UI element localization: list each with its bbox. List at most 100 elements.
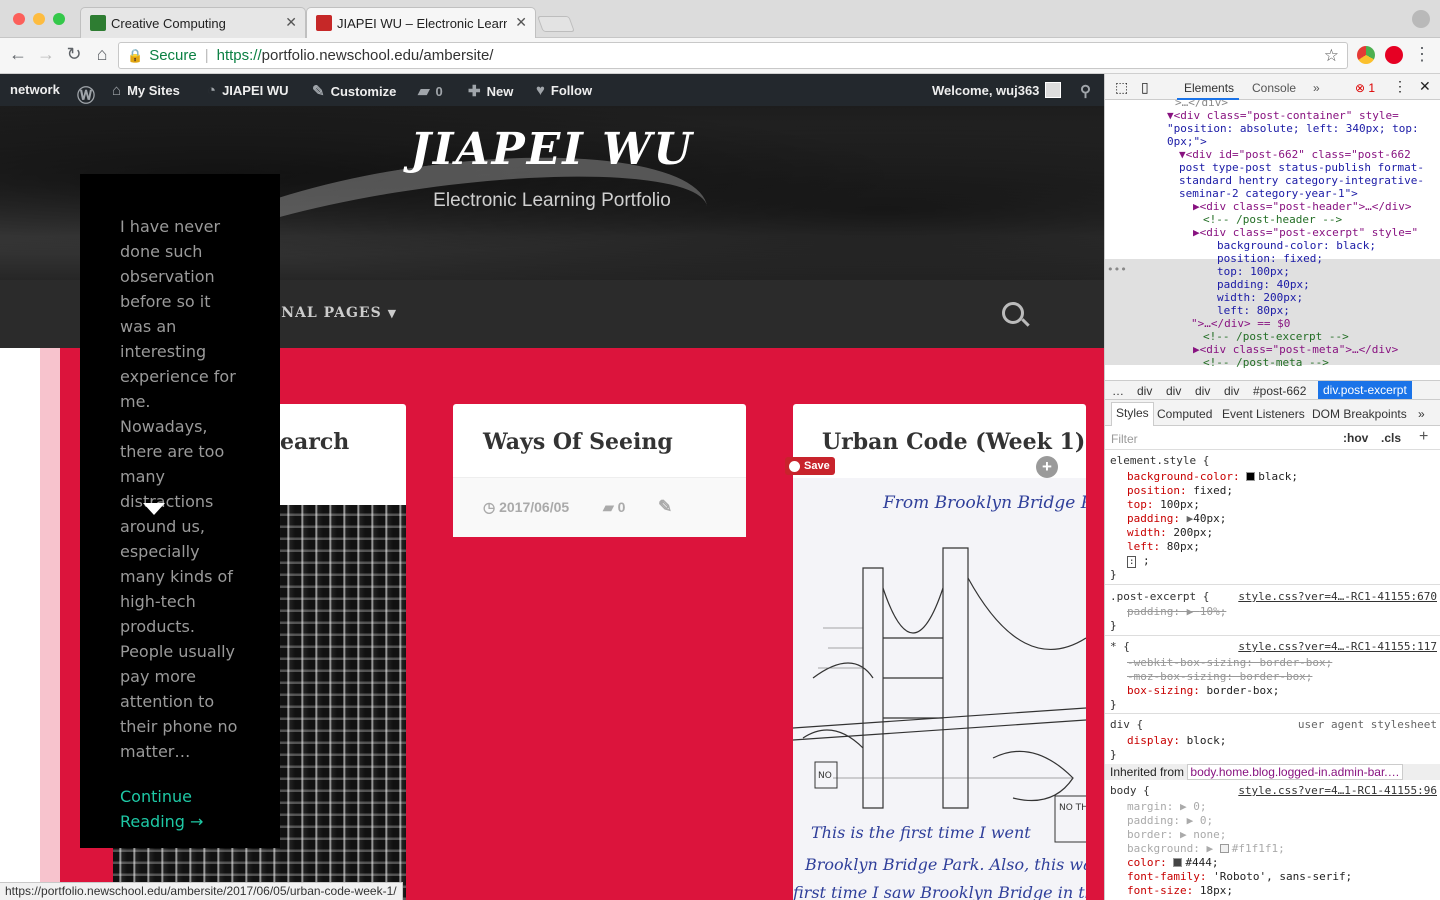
overridden-declaration[interactable]: -moz-box-sizing: border-box; bbox=[1127, 670, 1312, 684]
dom-node-line[interactable]: padding: 40px; bbox=[1217, 278, 1310, 291]
style-declaration[interactable]: top: 100px; bbox=[1127, 498, 1200, 512]
inherited-declaration[interactable]: color: #444; bbox=[1127, 856, 1219, 870]
menu-icon[interactable]: ⋮ bbox=[1411, 44, 1433, 65]
dom-node-line[interactable]: ▶<div class="post-meta">…</div> bbox=[1193, 343, 1398, 356]
close-tab-icon[interactable]: ✕ bbox=[515, 14, 527, 31]
close-window-button[interactable] bbox=[13, 13, 25, 25]
minimize-window-button[interactable] bbox=[33, 13, 45, 25]
post-title[interactable]: earch bbox=[280, 429, 349, 455]
breadcrumb-item[interactable]: div bbox=[1137, 384, 1152, 398]
admin-site-name[interactable]: ◔ JIAPEI WU bbox=[207, 82, 289, 99]
color-swatch[interactable] bbox=[1246, 472, 1256, 481]
inherited-node-link[interactable]: body.home.blog.logged-in.admin-bar.… bbox=[1187, 764, 1403, 780]
error-count[interactable]: ⊗ 1 bbox=[1355, 81, 1375, 95]
rule-source-link[interactable]: style.css?ver=4…-RC1-41155:117 bbox=[1238, 640, 1437, 654]
admin-network[interactable]: network bbox=[10, 82, 60, 97]
devtools-menu-icon[interactable]: ⋮ bbox=[1393, 78, 1407, 95]
subtab-event-listeners[interactable]: Event Listeners bbox=[1222, 407, 1305, 421]
dom-node-line[interactable]: seminar-2 category-year-1"> bbox=[1179, 187, 1358, 200]
admin-follow[interactable]: ♥ Follow bbox=[536, 82, 592, 99]
device-toolbar-icon[interactable]: ▯ bbox=[1141, 79, 1149, 96]
overridden-declaration[interactable]: padding: ▶ 10%; bbox=[1127, 605, 1226, 619]
browser-tab[interactable]: Creative Computing ✕ bbox=[80, 7, 306, 38]
post-comments[interactable]: ▰ 0 bbox=[603, 499, 625, 516]
breadcrumb-item[interactable]: div bbox=[1224, 384, 1239, 398]
breadcrumb-item[interactable]: div bbox=[1195, 384, 1210, 398]
home-icon[interactable]: ⌂ bbox=[91, 44, 113, 65]
style-declaration[interactable]: width: 200px; bbox=[1127, 526, 1213, 540]
reload-icon[interactable]: ↻ bbox=[63, 44, 85, 65]
dom-node-line[interactable]: "position: absolute; left: 340px; top: bbox=[1167, 122, 1419, 135]
post-title[interactable]: Urban Code (Week 1) bbox=[822, 429, 1085, 455]
overridden-declaration[interactable]: -webkit-box-sizing: border-box; bbox=[1127, 656, 1332, 670]
style-declaration[interactable]: position: fixed; bbox=[1127, 484, 1233, 498]
post-thumbnail[interactable]: From Brooklyn Bridge Par NO NO THR TRA T… bbox=[793, 478, 1086, 900]
close-devtools-icon[interactable]: ✕ bbox=[1419, 78, 1431, 95]
bookmark-star-icon[interactable]: ☆ bbox=[1324, 46, 1339, 66]
dom-node-line[interactable]: left: 80px; bbox=[1217, 304, 1290, 317]
extension-icon[interactable] bbox=[1357, 46, 1375, 64]
hov-toggle[interactable]: :hov bbox=[1343, 431, 1368, 445]
admin-search-icon[interactable]: ⚲ bbox=[1080, 82, 1097, 100]
pinterest-save-button[interactable]: Save bbox=[785, 457, 835, 475]
more-tabs-icon[interactable]: » bbox=[1313, 81, 1320, 95]
forward-icon[interactable]: → bbox=[35, 44, 57, 65]
dom-node-line[interactable]: ▼<div id="post-662" class="post-662 bbox=[1179, 148, 1411, 161]
style-declaration[interactable]: box-sizing: border-box; bbox=[1127, 684, 1279, 698]
rule-source-link[interactable]: style.css?ver=4…1-RC1-41155:96 bbox=[1238, 784, 1437, 798]
style-declaration[interactable]: background-color: black; bbox=[1127, 470, 1298, 484]
browser-tab-active[interactable]: JIAPEI WU – Electronic Learnin ✕ bbox=[306, 7, 536, 38]
admin-welcome[interactable]: Welcome, wuj363 bbox=[932, 82, 1062, 98]
dom-node-line[interactable]: post type-post status-publish format- bbox=[1179, 161, 1424, 174]
breadcrumb-item[interactable]: … bbox=[1112, 384, 1124, 398]
continue-reading-link[interactable]: Continue Reading → bbox=[120, 784, 240, 834]
dom-node-line[interactable]: <!-- /post-meta --> bbox=[1203, 356, 1329, 369]
wordpress-icon[interactable]: Ⓦ bbox=[77, 82, 101, 108]
breadcrumb-item[interactable]: div bbox=[1166, 384, 1181, 398]
rule-source-link[interactable]: style.css?ver=4…-RC1-41155:670 bbox=[1238, 590, 1437, 604]
post-card[interactable]: Ways Of Seeing ◷ 2017/06/05 ▰ 0 ✎ bbox=[453, 404, 746, 537]
dom-node-line[interactable]: position: fixed; bbox=[1217, 252, 1323, 265]
edit-icon[interactable]: ✎ bbox=[658, 497, 672, 517]
dom-node-line[interactable]: <!-- /post-header --> bbox=[1203, 213, 1342, 226]
dom-node-line[interactable]: ▶<div class="post-excerpt" style=" bbox=[1193, 226, 1418, 239]
plus-icon[interactable]: + bbox=[1036, 456, 1058, 478]
cls-toggle[interactable]: .cls bbox=[1381, 431, 1401, 445]
admin-new[interactable]: ✚ New bbox=[468, 82, 513, 100]
inherited-declaration[interactable]: font-family: 'Roboto', sans-serif; bbox=[1127, 870, 1352, 884]
node-actions-icon[interactable]: ••• bbox=[1107, 263, 1127, 276]
profile-icon[interactable] bbox=[1412, 10, 1430, 28]
more-subtabs-icon[interactable]: » bbox=[1418, 407, 1425, 421]
subtab-styles[interactable]: Styles bbox=[1111, 402, 1154, 426]
dom-node-line[interactable]: <!-- /post-excerpt --> bbox=[1203, 330, 1349, 343]
maximize-window-button[interactable] bbox=[53, 13, 65, 25]
inherited-declaration[interactable]: font-size: 18px; bbox=[1127, 884, 1233, 898]
admin-comments[interactable]: ▰ 0 bbox=[418, 82, 443, 100]
subtab-dom-breakpoints[interactable]: DOM Breakpoints bbox=[1312, 407, 1407, 421]
dom-node-line[interactable]: ▼<div class="post-container" style= bbox=[1167, 109, 1399, 122]
admin-my-sites[interactable]: ⌂ My Sites bbox=[112, 82, 180, 99]
dom-node-line[interactable]: >…</div> bbox=[1175, 100, 1228, 109]
subtab-computed[interactable]: Computed bbox=[1157, 407, 1212, 421]
tab-elements[interactable]: Elements bbox=[1184, 81, 1234, 95]
admin-customize[interactable]: ✎ Customize bbox=[312, 82, 396, 100]
pinterest-icon[interactable] bbox=[1385, 46, 1403, 64]
search-icon[interactable] bbox=[1002, 302, 1024, 324]
dom-node-line[interactable]: ">…</div> == $0 bbox=[1191, 317, 1290, 330]
breadcrumb-item[interactable]: #post-662 bbox=[1253, 384, 1306, 398]
post-date[interactable]: ◷ 2017/06/05 bbox=[483, 499, 569, 516]
dom-node-line[interactable]: 0px;"> bbox=[1167, 135, 1207, 148]
dom-node-line[interactable]: top: 100px; bbox=[1217, 265, 1290, 278]
inspect-element-icon[interactable]: ⬚ bbox=[1115, 79, 1128, 96]
dom-node-line[interactable]: width: 200px; bbox=[1217, 291, 1303, 304]
address-bar[interactable]: 🔒 Secure | https://portfolio.newschool.e… bbox=[118, 42, 1348, 69]
style-declaration[interactable]: left: 80px; bbox=[1127, 540, 1200, 554]
dom-node-line[interactable]: background-color: black; bbox=[1217, 239, 1376, 252]
breadcrumb-item-selected[interactable]: div.post-excerpt bbox=[1318, 381, 1412, 399]
close-tab-icon[interactable]: ✕ bbox=[285, 14, 297, 31]
post-title[interactable]: Ways Of Seeing bbox=[483, 429, 673, 455]
style-declaration-editing[interactable]: : ; bbox=[1127, 554, 1150, 569]
filter-input[interactable]: Filter bbox=[1111, 432, 1138, 446]
back-icon[interactable]: ← bbox=[7, 44, 29, 65]
style-declaration[interactable]: padding: ▶40px; bbox=[1127, 512, 1226, 526]
